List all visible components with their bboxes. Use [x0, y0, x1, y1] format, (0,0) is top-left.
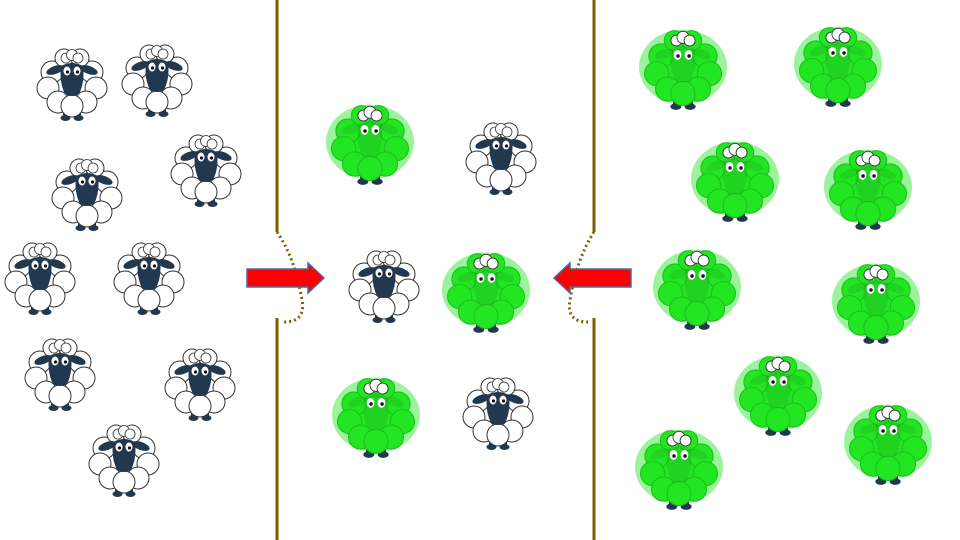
white-sheep-icon — [51, 158, 123, 231]
arrow-right-icon — [246, 261, 326, 295]
green-sheep-icon — [691, 141, 779, 222]
white-sheep-icon — [164, 348, 236, 421]
right-pen — [635, 26, 932, 510]
white-sheep-icon — [121, 44, 193, 117]
green-sheep-icon — [326, 104, 414, 185]
white-sheep-icon — [113, 242, 185, 315]
white-sheep-icon — [24, 338, 96, 411]
sheep-migration-diagram — [4, 0, 932, 540]
white-sheep-icon — [88, 424, 160, 497]
green-sheep-icon — [442, 252, 530, 333]
green-sheep-icon — [824, 149, 912, 230]
green-sheep-icon — [844, 404, 932, 485]
white-sheep-icon — [348, 250, 420, 323]
white-sheep-icon — [462, 377, 534, 450]
white-sheep-icon — [4, 242, 76, 315]
green-sheep-icon — [832, 263, 920, 344]
white-sheep-icon — [36, 48, 108, 121]
green-sheep-icon — [639, 29, 727, 110]
green-sheep-icon — [734, 355, 822, 436]
white-sheep-icon — [170, 134, 242, 207]
green-sheep-icon — [653, 249, 741, 330]
green-sheep-icon — [332, 377, 420, 458]
green-sheep-icon — [635, 429, 723, 510]
green-sheep-icon — [794, 26, 882, 107]
arrow-left-icon — [552, 261, 632, 295]
white-sheep-icon — [465, 122, 537, 195]
left-pen — [4, 44, 242, 497]
middle-pen — [326, 104, 537, 458]
